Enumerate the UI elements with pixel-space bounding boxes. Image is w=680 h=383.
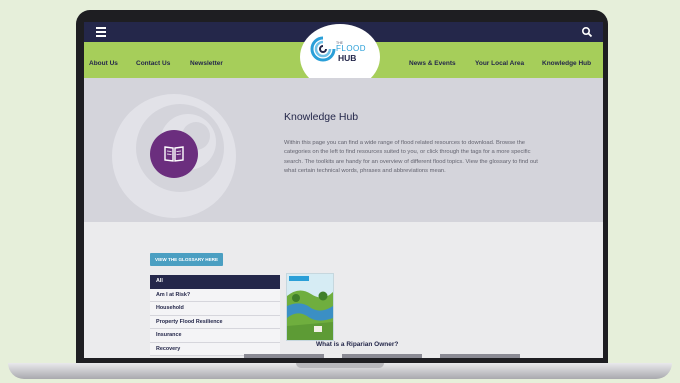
resource-title[interactable]: What is a Riparian Owner? bbox=[316, 341, 398, 348]
wave-logo-icon bbox=[310, 36, 336, 62]
nav-knowledge-hub[interactable]: Knowledge Hub bbox=[542, 60, 591, 67]
hero-section: Knowledge Hub Within this page you can f… bbox=[84, 78, 603, 222]
logo-hub: HUB bbox=[338, 53, 357, 63]
category-all[interactable]: All bbox=[150, 275, 280, 289]
logo-flood: FLOOD bbox=[336, 44, 367, 53]
book-badge bbox=[150, 130, 198, 178]
content-section: VIEW THE GLOSSARY HERE All Am I at Risk?… bbox=[84, 222, 603, 358]
resource-stub bbox=[342, 354, 422, 358]
nav-contact-us[interactable]: Contact Us bbox=[136, 60, 170, 67]
page-title: Knowledge Hub bbox=[284, 111, 359, 123]
page-description: Within this page you can find a wide ran… bbox=[284, 140, 538, 175]
resource-thumbnail[interactable] bbox=[286, 273, 334, 341]
search-icon[interactable] bbox=[581, 26, 593, 38]
nav-your-local-area[interactable]: Your Local Area bbox=[475, 60, 524, 67]
hamburger-icon[interactable] bbox=[96, 27, 106, 37]
category-insurance[interactable]: Insurance bbox=[150, 329, 280, 343]
nav-news-events[interactable]: News & Events bbox=[409, 60, 456, 67]
nav-about-us[interactable]: About Us bbox=[89, 60, 118, 67]
category-list: All Am I at Risk? Household Property Flo… bbox=[150, 275, 280, 356]
nav-newsletter[interactable]: Newsletter bbox=[190, 60, 223, 67]
category-am-i-at-risk[interactable]: Am I at Risk? bbox=[150, 288, 280, 302]
category-property-flood-resilience[interactable]: Property Flood Resilience bbox=[150, 315, 280, 329]
book-icon bbox=[164, 146, 184, 162]
view-glossary-button[interactable]: VIEW THE GLOSSARY HERE bbox=[150, 253, 224, 266]
resource-stub bbox=[440, 354, 520, 358]
resource-stub bbox=[244, 354, 324, 358]
screen: About Us Contact Us Newsletter News & Ev… bbox=[84, 22, 603, 358]
riparian-illustration-icon bbox=[287, 274, 333, 340]
laptop-notch bbox=[296, 363, 384, 368]
category-household[interactable]: Household bbox=[150, 302, 280, 316]
